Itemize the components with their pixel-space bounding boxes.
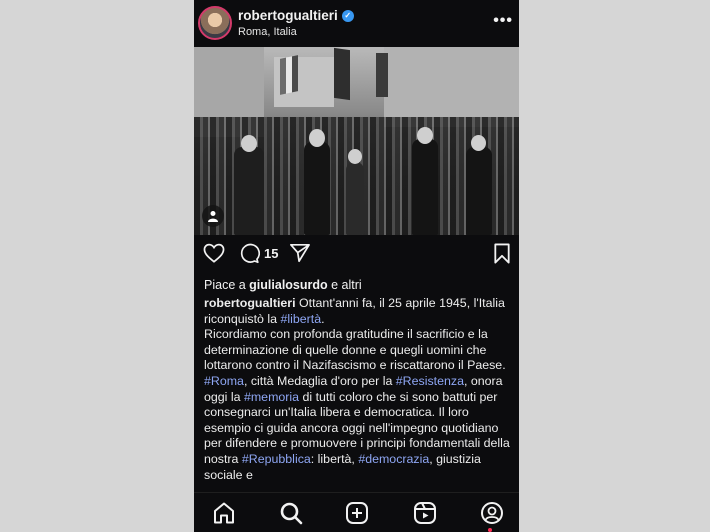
send-icon: [290, 243, 310, 263]
hashtag-liberta[interactable]: #libertà: [280, 312, 321, 326]
likes-prefix: Piace a: [204, 278, 250, 292]
bottom-navigation: [194, 492, 519, 532]
post-header: robertogualtieri ✓ Roma, Italia •••: [194, 0, 519, 46]
more-options-icon[interactable]: •••: [493, 12, 513, 30]
heart-icon: [203, 243, 225, 263]
caption-paragraph-2: Ricordiamo con profonda gratitudine il s…: [204, 327, 506, 373]
post-caption: robertogualtieri Ottant'anni fa, il 25 a…: [204, 296, 512, 483]
likes-line: Piace a giulialosurdo e altri: [204, 278, 362, 292]
caption-text: .: [321, 311, 325, 326]
comment-button[interactable]: 15: [239, 243, 278, 264]
share-button[interactable]: [289, 243, 311, 263]
caption-text: : libertà,: [310, 451, 359, 466]
username-row: robertogualtieri ✓: [238, 8, 354, 23]
hashtag-repubblica[interactable]: #Repubblica: [242, 452, 311, 466]
bookmark-icon: [494, 243, 510, 264]
username[interactable]: robertogualtieri: [238, 8, 338, 23]
caption-text: , città Medaglia d'oro per la: [243, 373, 396, 388]
create-icon[interactable]: [345, 501, 369, 525]
avatar[interactable]: [198, 6, 232, 40]
comment-icon: [240, 243, 260, 264]
liker-username[interactable]: giulialosurdo: [249, 278, 327, 292]
hashtag-roma[interactable]: #Roma: [204, 374, 244, 388]
instagram-post-screen: robertogualtieri ✓ Roma, Italia ••• 15 P…: [194, 0, 519, 532]
notification-dot: [488, 528, 492, 532]
comment-count: 15: [264, 246, 279, 261]
verified-badge-icon: ✓: [341, 9, 354, 22]
reels-icon[interactable]: [413, 501, 437, 525]
caption-paragraph-1: robertogualtieri Ottant'anni fa, il 25 a…: [204, 296, 512, 327]
caption-paragraph-3: #Roma, città Medaglia d'oro per la #Resi…: [204, 374, 512, 483]
hashtag-memoria[interactable]: #memoria: [244, 390, 299, 404]
flag: [334, 47, 350, 101]
home-icon[interactable]: [212, 501, 236, 525]
profile-icon[interactable]: [480, 501, 504, 525]
location[interactable]: Roma, Italia: [238, 26, 297, 38]
post-photo[interactable]: [194, 47, 519, 235]
hashtag-resistenza[interactable]: #Resistenza: [396, 374, 464, 388]
flag: [376, 53, 388, 97]
user-tag-icon[interactable]: [202, 205, 224, 227]
likes-suffix[interactable]: e altri: [328, 278, 362, 292]
caption-username[interactable]: robertogualtieri: [204, 296, 296, 310]
like-button[interactable]: [203, 243, 225, 263]
hashtag-democrazia[interactable]: #democrazia: [358, 452, 429, 466]
search-icon[interactable]: [279, 501, 303, 525]
save-button[interactable]: [493, 243, 511, 264]
flag: [280, 55, 298, 95]
post-actions: 15: [194, 243, 519, 271]
